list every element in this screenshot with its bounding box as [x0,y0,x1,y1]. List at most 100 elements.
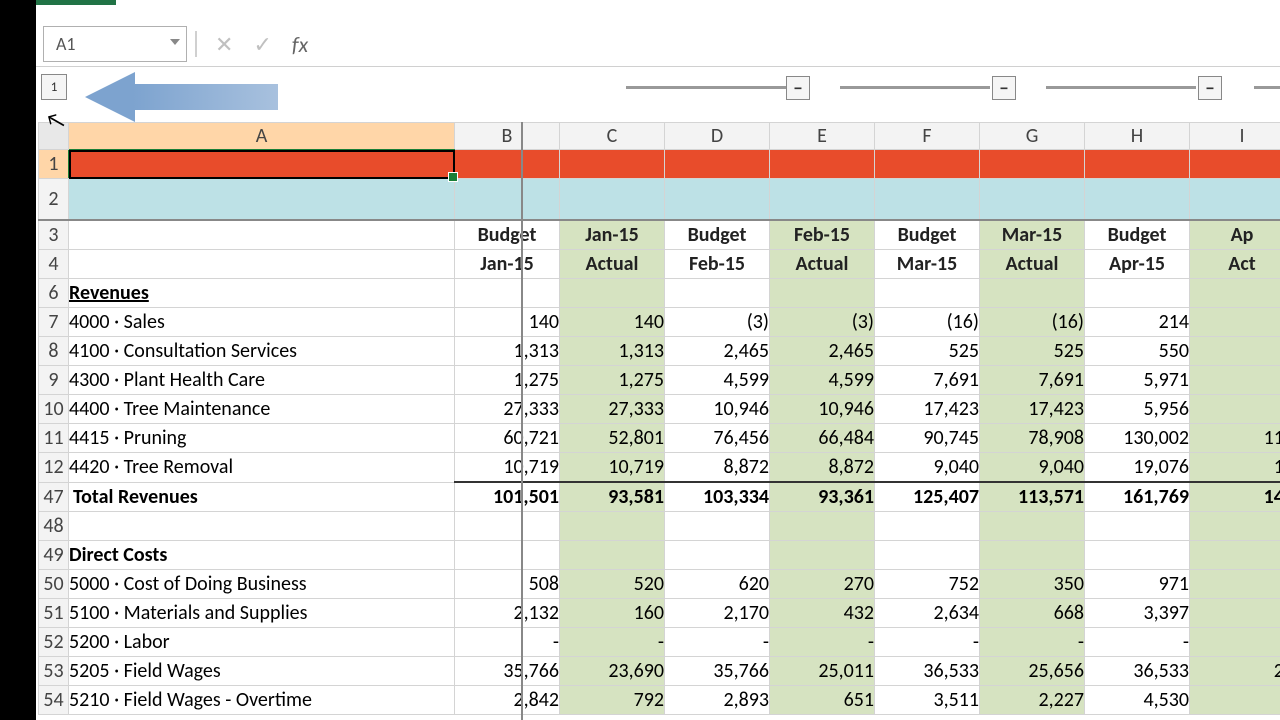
cell-value: 19,076 [1085,453,1190,483]
collapse-button-2[interactable]: − [992,76,1016,100]
col-header-E[interactable]: E [770,123,875,150]
account-label: 4400 · Tree Maintenance [69,395,455,424]
cell-value: 4,530 [1085,686,1190,715]
collapse-button-1[interactable]: − [786,76,810,100]
cell-value: 130,002 [1085,424,1190,453]
cell-value: 2,842 [455,686,560,715]
table-row[interactable]: 48 [39,512,1280,541]
cell-value: - [560,628,665,657]
header-row-4[interactable]: 4Jan-15ActualFeb-15ActualMar-15ActualApr… [39,250,1280,279]
row-1[interactable]: 1 [39,150,1280,179]
cell-value: 525 [980,337,1085,366]
cell-value: 1,275 [560,366,665,395]
account-label: 4420 · Tree Removal [69,453,455,483]
col-header-F[interactable]: F [875,123,980,150]
cell-value: 752 [875,570,980,599]
account-label: 5205 · Field Wages [69,657,455,686]
cell-value: 160 [560,599,665,628]
cell-value: 651 [770,686,875,715]
cell-value: 9,040 [875,453,980,483]
cell-value: 432 [770,599,875,628]
cell-value: 27,333 [560,395,665,424]
col-header-G[interactable]: G [980,123,1085,150]
cell-value: 140 [455,308,560,337]
formula-bar: A1 ✕ ✓ fx [36,22,1280,67]
cell-value: - [665,628,770,657]
cell-value: 2,465 [665,337,770,366]
table-row[interactable]: 535205 · Field Wages35,76623,69035,76625… [39,657,1280,686]
cell-value: 4,599 [770,366,875,395]
table-row[interactable]: 94300 · Plant Health Care1,2751,2754,599… [39,366,1280,395]
cell-value: 2,227 [980,686,1085,715]
app-frame-left [0,0,36,720]
name-box-dropdown-icon[interactable] [170,39,180,45]
cell-value: 35,766 [455,657,560,686]
account-label: Total Revenues [69,482,455,512]
cell-value: 26 [1190,657,1280,686]
col-header-A[interactable]: A [69,123,455,150]
section-label: Revenues [69,279,455,308]
cell-value: 668 [980,599,1085,628]
cell-value [1190,308,1280,337]
cell-value: 66,484 [770,424,875,453]
cell-value: 8,872 [665,453,770,483]
table-row[interactable]: 525200 · Labor------- [39,628,1280,657]
formula-input[interactable] [318,26,1280,62]
table-row[interactable]: 515100 · Materials and Supplies2,1321602… [39,599,1280,628]
cell-value: 144 [1190,482,1280,512]
account-label: 4100 · Consultation Services [69,337,455,366]
cell-value: 2,465 [770,337,875,366]
cell-A1[interactable] [69,150,455,179]
cell-value: 9,040 [980,453,1085,483]
cell-value: (3) [665,308,770,337]
cell-value: 19 [1190,453,1280,483]
cell-value: 76,456 [665,424,770,453]
cell-value: 1,275 [455,366,560,395]
divider [195,31,197,57]
col-header-B[interactable]: B [455,123,560,150]
cell-value: 103,334 [665,482,770,512]
table-row[interactable]: 74000 · Sales140140(3)(3)(16)(16)214 [39,308,1280,337]
table-row[interactable]: 545210 · Field Wages - Overtime2,8427922… [39,686,1280,715]
cell-value: 25,011 [770,657,875,686]
cell-value: 10,719 [560,453,665,483]
table-row[interactable]: 124420 · Tree Removal10,71910,7198,8728,… [39,453,1280,483]
cell-value: 60,721 [455,424,560,453]
collapse-button-3[interactable]: − [1198,76,1222,100]
table-row[interactable]: 47Total Revenues101,50193,581103,33493,3… [39,482,1280,512]
table-row[interactable]: 84100 · Consultation Services1,3131,3132… [39,337,1280,366]
fx-icon[interactable]: fx [292,31,308,58]
col-header-I[interactable]: I [1190,123,1280,150]
account-label: 5200 · Labor [69,628,455,657]
cell-value: - [875,628,980,657]
cell-value [1190,337,1280,366]
group-bar-1 [626,86,786,89]
col-header-H[interactable]: H [1085,123,1190,150]
header-row-3[interactable]: 3BudgetJan-15BudgetFeb-15BudgetMar-15Bud… [39,220,1280,250]
outline-level-1[interactable]: 1 [41,74,67,100]
section-row[interactable]: 6Revenues [39,279,1280,308]
col-header-D[interactable]: D [665,123,770,150]
cell-value: 350 [980,570,1085,599]
cell-value: 113,571 [980,482,1085,512]
table-row[interactable]: 114415 · Pruning60,72152,80176,45666,484… [39,424,1280,453]
account-label: 4415 · Pruning [69,424,455,453]
section-row[interactable]: 49Direct Costs [39,541,1280,570]
cell-value: 214 [1085,308,1190,337]
account-label: 4000 · Sales [69,308,455,337]
cell-value: 35,766 [665,657,770,686]
cell-value: 113 [1190,424,1280,453]
spreadsheet-grid[interactable]: ↖ ABCDEFGHIJ123BudgetJan-15BudgetFeb-15B… [38,122,1280,720]
cell-value [1190,628,1280,657]
account-label: 5100 · Materials and Supplies [69,599,455,628]
row-2[interactable]: 2 [39,179,1280,221]
col-header-C[interactable]: C [560,123,665,150]
cell-value: - [455,628,560,657]
cell-value: 620 [665,570,770,599]
name-box[interactable]: A1 [43,26,187,62]
table-row[interactable]: 505000 · Cost of Doing Business508520620… [39,570,1280,599]
group-bar-4 [1254,86,1280,89]
column-headers: ABCDEFGHIJ [39,123,1280,150]
table-row[interactable]: 104400 · Tree Maintenance27,33327,33310,… [39,395,1280,424]
cell-value: 125,407 [875,482,980,512]
